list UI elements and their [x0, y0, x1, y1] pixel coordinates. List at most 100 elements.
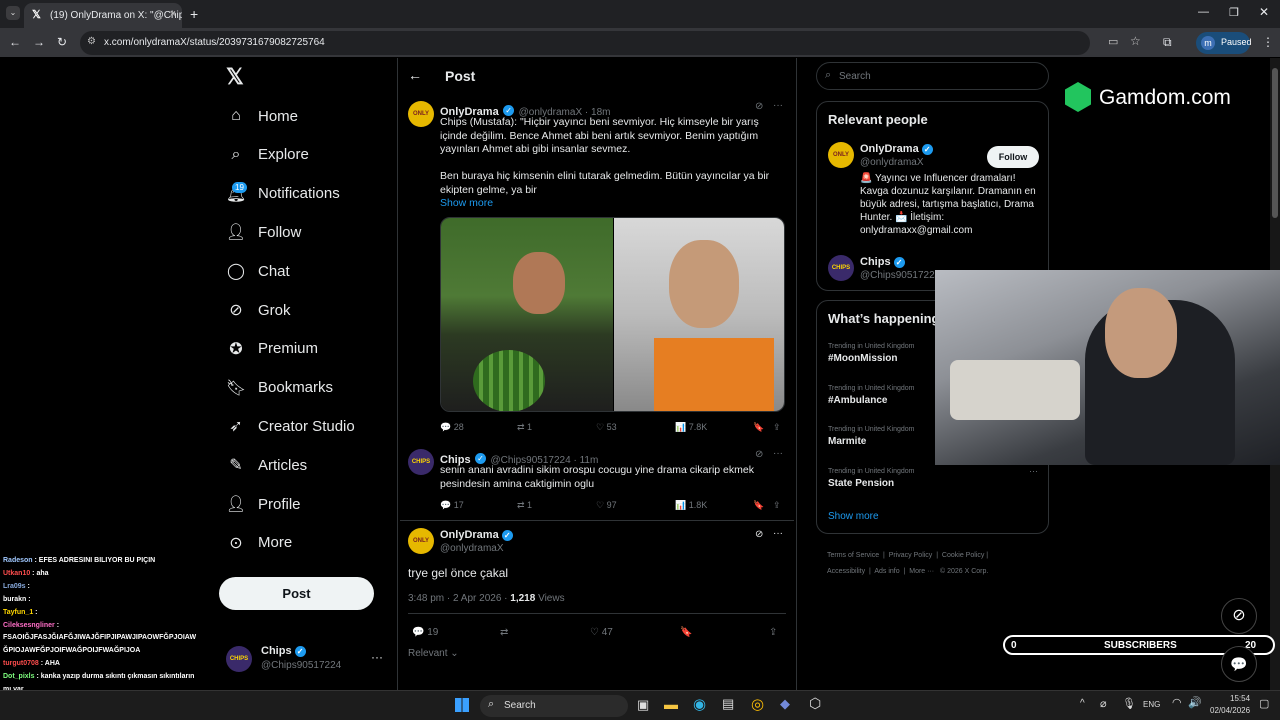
taskbar-search[interactable]: ⌕ Search: [480, 695, 628, 717]
onlydrama-avatar[interactable]: ONLY: [828, 142, 854, 168]
sidebar-item-chat[interactable]: ◯ Chat: [226, 256, 290, 286]
microphone-icon[interactable]: 🎙: [1122, 697, 1136, 710]
sidebar-item-follow[interactable]: 👤︎ Follow: [226, 217, 302, 247]
reply-button[interactable]: 💬 28: [440, 422, 464, 433]
tab-close-icon[interactable]: ×: [170, 8, 176, 20]
discord-icon[interactable]: ◆: [780, 696, 790, 712]
tweet-main[interactable]: ONLY OnlyDrama ✓ @onlydramaX · 18m ⊘ ···…: [400, 96, 794, 442]
sidebar-item-premium[interactable]: ✪ Premium: [226, 334, 318, 364]
footer-link[interactable]: Cookie Policy: [942, 552, 984, 559]
search-input[interactable]: ⌕ Search: [816, 62, 1049, 90]
chat-username[interactable]: Radeson: [3, 557, 33, 564]
sidebar-item-bookmarks[interactable]: 🔖︎ Bookmarks: [226, 373, 333, 403]
clock-time[interactable]: 15:54: [1230, 694, 1250, 703]
sort-dropdown[interactable]: Relevant ⌄: [408, 648, 459, 659]
sidebar-item-home[interactable]: ⌂ Home: [226, 101, 298, 131]
reply-button[interactable]: 💬 19: [412, 627, 438, 638]
x-logo-icon[interactable]: 𝕏: [226, 64, 244, 90]
footer-link[interactable]: Ads info: [874, 568, 899, 575]
volume-icon[interactable]: 🔊: [1188, 696, 1202, 709]
grok-icon[interactable]: ⊘: [755, 101, 763, 112]
tweet-more-icon[interactable]: ···: [773, 528, 783, 539]
reload-icon[interactable]: ↻: [57, 35, 67, 49]
wifi-icon[interactable]: ◠: [1172, 696, 1182, 709]
trend-item[interactable]: Trending in United Kingdom State Pension ·…: [828, 466, 1038, 489]
bookmark-icon[interactable]: 🔖: [753, 500, 764, 511]
bookmark-icon[interactable]: 🔖: [753, 422, 764, 433]
task-view-icon[interactable]: ▣: [637, 697, 649, 713]
views-stat[interactable]: 📊 1.8K: [675, 500, 707, 511]
tray-overflow-icon[interactable]: ^: [1080, 698, 1085, 709]
sidebar-item-creator-studio[interactable]: ➶ Creator Studio: [226, 411, 354, 441]
clock-date[interactable]: 02/04/2026: [1210, 706, 1250, 715]
share-icon[interactable]: ⇪: [773, 422, 781, 433]
chat-username[interactable]: burakn: [3, 596, 26, 603]
footer-link[interactable]: More ···: [909, 568, 934, 575]
scrollbar-thumb[interactable]: [1272, 68, 1278, 218]
show-more-link[interactable]: Show more: [828, 511, 879, 522]
grok-floating-button[interactable]: ⊘: [1221, 598, 1257, 634]
forward-icon[interactable]: →: [33, 35, 45, 49]
like-button[interactable]: ♡ 47: [590, 627, 613, 638]
media-image-right[interactable]: [614, 218, 784, 411]
repost-button[interactable]: ⇄: [500, 627, 508, 638]
sidebar-item-articles[interactable]: ✎ Articles: [226, 450, 307, 480]
grok-icon[interactable]: ⊘: [755, 529, 763, 540]
tab-list-button[interactable]: ⌄: [6, 6, 20, 20]
footer-link[interactable]: Privacy Policy: [889, 552, 933, 559]
tweet-media[interactable]: [440, 217, 785, 412]
edge-icon[interactable]: ◉: [693, 695, 706, 713]
close-window-icon[interactable]: ✕: [1259, 5, 1269, 19]
back-icon[interactable]: ←: [9, 35, 21, 49]
extensions-icon[interactable]: ⧉: [1163, 35, 1172, 50]
sidebar-item-explore[interactable]: ⌕ Explore: [226, 140, 309, 170]
app-icon[interactable]: ⬡: [809, 695, 821, 712]
site-info-icon[interactable]: ⚙: [87, 36, 96, 47]
store-icon[interactable]: ▤: [722, 696, 734, 712]
reply-button[interactable]: 💬 17: [440, 500, 464, 511]
person-name[interactable]: OnlyDrama ✓: [860, 143, 933, 155]
follow-button[interactable]: Follow: [987, 146, 1039, 168]
footer-link[interactable]: Accessibility: [827, 568, 865, 575]
messages-floating-button[interactable]: 💬: [1221, 646, 1257, 682]
chrome-icon[interactable]: ◎: [751, 695, 764, 713]
bookmark-icon[interactable]: 🔖: [680, 627, 692, 638]
repost-button[interactable]: ⇄ 1: [517, 500, 532, 511]
sidebar-item-profile[interactable]: 👤︎ Profile: [226, 489, 301, 519]
share-icon[interactable]: ⇪: [769, 627, 777, 638]
tweet-reply-focused[interactable]: ONLY OnlyDrama ✓ @onlydramaX ⊘ ··· trye …: [400, 520, 794, 665]
chat-username[interactable]: turgut0708: [3, 660, 39, 667]
back-arrow-icon[interactable]: ←: [408, 67, 422, 83]
start-icon[interactable]: [455, 698, 469, 712]
footer-link[interactable]: Terms of Service: [827, 552, 879, 559]
file-explorer-icon[interactable]: ▬: [664, 696, 678, 712]
account-more-icon[interactable]: ···: [371, 650, 383, 664]
restore-icon[interactable]: ❐: [1229, 6, 1239, 19]
post-button[interactable]: Post: [219, 577, 374, 610]
chips-avatar[interactable]: CHIPS: [408, 449, 434, 475]
onlydrama-avatar[interactable]: ONLY: [408, 528, 434, 554]
chat-username[interactable]: Cileksesngliner: [3, 622, 55, 629]
browser-menu-icon[interactable]: ⋮: [1262, 35, 1274, 49]
media-image-left[interactable]: [441, 218, 613, 411]
tweet-quoted-reply[interactable]: CHIPS Chips ✓ @Chips90517224 · 11m ⊘ ···…: [400, 444, 794, 516]
like-button[interactable]: ♡ 53: [596, 422, 617, 433]
repost-button[interactable]: ⇄ 1: [517, 422, 532, 433]
language-indicator[interactable]: ENG: [1143, 700, 1160, 709]
chat-username[interactable]: Lra09s: [3, 583, 26, 590]
chips-avatar[interactable]: CHIPS: [828, 255, 854, 281]
bookmark-star-icon[interactable]: ☆: [1130, 34, 1141, 48]
show-more-link[interactable]: Show more: [440, 197, 493, 209]
browser-tab[interactable]: 𝕏 (19) OnlyDrama on X: "@Chips9 ×: [24, 3, 182, 28]
profile-paused-button[interactable]: m Paused: [1196, 32, 1252, 54]
share-icon[interactable]: ⇪: [773, 500, 781, 511]
grok-icon[interactable]: ⊘: [755, 449, 763, 460]
network-off-icon[interactable]: ⌀: [1100, 697, 1107, 710]
views-stat[interactable]: 📊 7.8K: [675, 422, 707, 433]
notification-center-icon[interactable]: ▢: [1259, 697, 1269, 710]
sidebar-item-more[interactable]: ⊙ More: [226, 528, 292, 558]
chat-username[interactable]: Utkan10: [3, 570, 30, 577]
tweet-more-icon[interactable]: ···: [773, 100, 783, 111]
url-field[interactable]: ⚙ x.com/onlydramaX/status/20397316790827…: [80, 31, 1141, 55]
chat-username[interactable]: Dot_pixls: [3, 673, 35, 680]
